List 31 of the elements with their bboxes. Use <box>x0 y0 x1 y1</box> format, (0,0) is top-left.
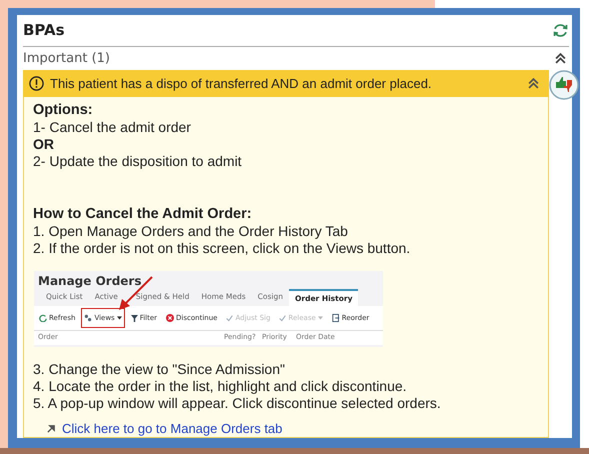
link-arrow-icon <box>47 424 56 433</box>
step-text: 3. Change the view to "Since Admission" <box>33 361 286 378</box>
document-icon <box>332 314 340 322</box>
refresh-icon[interactable] <box>552 22 569 39</box>
panel-title: BPAs <box>23 21 65 40</box>
option-text: 2- Update the disposition to admit <box>33 153 243 170</box>
step-text: 5. A pop-up window will appear. Click discontinue selected orders. <box>33 395 442 412</box>
warning-icon <box>29 76 44 91</box>
thumbs-up-down-icon[interactable] <box>549 70 579 100</box>
section-heading: Important (1) <box>23 50 110 66</box>
collapse-icon[interactable] <box>555 52 566 64</box>
instructions-heading: How to Cancel the Admit Order: <box>33 206 253 223</box>
refresh-icon <box>39 314 47 322</box>
manage-orders-link[interactable]: Click here to go to Manage Orders tab <box>62 420 282 437</box>
step-text: 2. If the order is not on this screen, click on the Views button. <box>33 240 412 257</box>
alert-message: This patient has a dispo of transferred AND an admit order placed. <box>50 76 433 91</box>
filter-icon <box>130 314 138 322</box>
option-text: OR <box>33 136 55 153</box>
views-icon <box>84 314 92 322</box>
cancel-icon <box>166 314 174 322</box>
step-text: 1. Open Manage Orders and the Order History Tab <box>33 223 349 240</box>
caret-icon <box>318 316 323 320</box>
check-icon <box>279 314 286 322</box>
screenshot-title: Manage Orders <box>37 273 142 289</box>
caret-icon <box>116 316 122 320</box>
check-icon <box>226 314 234 322</box>
step-text: 4. Locate the order in the list, highlight and click discontinue. <box>33 378 408 395</box>
options-heading: Options: <box>33 102 94 119</box>
option-text: 1- Cancel the admit order <box>33 119 192 136</box>
alert-header[interactable]: This patient has a dispo of transferred AND an admit order placed. <box>23 70 549 97</box>
collapse-icon[interactable] <box>528 78 539 89</box>
